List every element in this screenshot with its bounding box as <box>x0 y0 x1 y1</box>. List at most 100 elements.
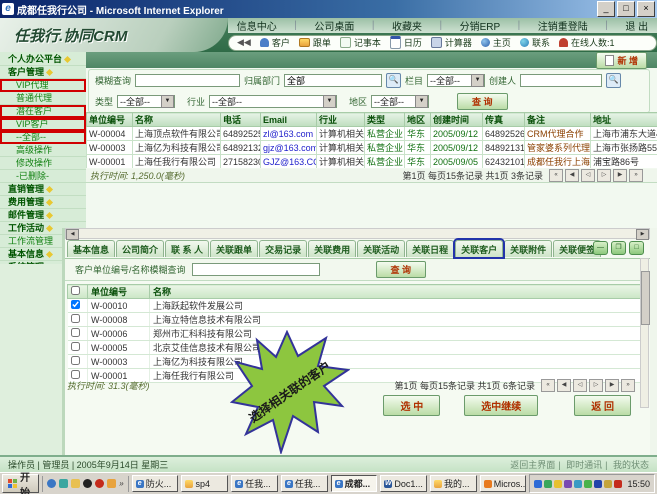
maximize-button[interactable]: □ <box>617 1 635 17</box>
tray-icon[interactable] <box>564 480 572 488</box>
fuzzy-search-input[interactable] <box>135 74 240 87</box>
back-icon[interactable]: ◀◀ <box>237 37 251 48</box>
col-code[interactable]: 单位编号 <box>88 285 150 299</box>
list-item[interactable]: W-00008 上海立特信息技术有限公司 <box>68 313 645 327</box>
col-region[interactable]: 地区 <box>405 113 431 127</box>
tab-basic-info[interactable]: 基本信息 <box>67 240 115 257</box>
col-created[interactable]: 创建时间 <box>431 113 483 127</box>
row-checkbox[interactable] <box>71 356 80 365</box>
menu-company-desktop[interactable]: 公司桌面 <box>314 18 354 33</box>
next-button[interactable]: ▷ <box>597 169 611 182</box>
column-select[interactable]: --全部--▼ <box>427 74 485 87</box>
toolbar-calculator[interactable]: 计算器 <box>431 36 472 49</box>
task-microsoft[interactable]: Micros... <box>480 475 527 492</box>
last-page-button[interactable]: » <box>621 379 635 392</box>
sidebar-item-personal-office[interactable]: 个人办公平台 <box>0 53 86 66</box>
type-select[interactable]: --全部--▼ <box>117 95 175 108</box>
sidebar-item-direct-sales[interactable]: 直销管理 <box>0 183 86 196</box>
industry-select[interactable]: --全部--▼ <box>209 95 337 108</box>
minimize-button[interactable]: _ <box>597 1 615 17</box>
tab-related-expenses[interactable]: 关联费用 <box>308 240 356 257</box>
first-page-button[interactable]: « <box>549 169 563 182</box>
tab-related-orders[interactable]: 关联跟单 <box>210 240 258 257</box>
row-checkbox[interactable] <box>71 314 80 323</box>
start-button[interactable]: 开始 <box>2 474 39 493</box>
sidebar-item-normal-agent[interactable]: 普通代理 <box>0 92 86 105</box>
select-continue-button[interactable]: 选中继续 <box>464 395 538 416</box>
email-link[interactable]: GJZ@163.COM <box>263 157 317 167</box>
sidebar-item-potential-customer[interactable]: 潜在客户 <box>0 105 86 118</box>
tray-icon[interactable] <box>544 480 552 488</box>
add-new-button[interactable]: 新 增 <box>596 52 647 69</box>
messenger-icon[interactable] <box>59 479 68 488</box>
sidebar-item-customer-mgmt[interactable]: 客户管理 <box>0 66 86 79</box>
sidebar-item-modify-ops[interactable]: 修改操作 <box>0 157 86 170</box>
status-link-mystate[interactable]: 我的状态 <box>613 460 649 470</box>
scroll-right-icon[interactable]: ▶ <box>636 229 649 240</box>
close-button[interactable]: × <box>637 1 655 17</box>
task-mydocs[interactable]: 我的... <box>430 475 477 492</box>
task-renwoxing-2[interactable]: e任我... <box>281 475 328 492</box>
sidebar-item-mail-mgmt[interactable]: 邮件管理 <box>0 209 86 222</box>
media-icon[interactable] <box>95 479 104 488</box>
dept-input[interactable] <box>284 74 382 87</box>
select-all-checkbox[interactable] <box>71 286 80 295</box>
menu-relogin[interactable]: 注销重登陆 <box>538 18 588 33</box>
menu-info-center[interactable]: 信息中心 <box>237 18 277 33</box>
region-select[interactable]: --全部--▼ <box>371 95 429 108</box>
tab-contacts[interactable]: 联 系 人 <box>165 240 209 257</box>
tab-related-customers[interactable]: 关联客户 <box>455 240 503 257</box>
sidebar-item-vip-agent[interactable]: VIP代理 <box>0 79 86 92</box>
prev-page-button[interactable]: ◀ <box>565 169 579 182</box>
menu-exit[interactable]: 退 出 <box>625 18 648 33</box>
prev-button[interactable]: ◁ <box>573 379 587 392</box>
list-item[interactable]: W-00006 郑州市汇科科技有限公司 <box>68 327 645 341</box>
menu-erp[interactable]: 分销ERP <box>460 18 501 33</box>
tab-transactions[interactable]: 交易记录 <box>259 240 307 257</box>
prev-page-button[interactable]: ◀ <box>557 379 571 392</box>
col-address[interactable]: 地址 <box>591 113 657 127</box>
toolbar-notepad[interactable]: 记事本 <box>340 36 381 49</box>
dept-lookup-icon[interactable]: 🔍 <box>386 73 401 88</box>
creator-input[interactable] <box>520 74 602 87</box>
quicklaunch-more-icon[interactable]: » <box>119 479 123 488</box>
panel-maximize-icon[interactable]: □ <box>629 241 644 255</box>
assoc-search-input[interactable] <box>192 263 320 276</box>
tray-icon[interactable] <box>554 480 562 488</box>
col-fax[interactable]: 传真 <box>483 113 525 127</box>
col-phone[interactable]: 电话 <box>221 113 261 127</box>
qq-icon[interactable] <box>83 479 92 488</box>
assoc-query-button[interactable]: 查 询 <box>376 261 427 278</box>
tray-icon[interactable] <box>574 480 582 488</box>
pencil-icon[interactable] <box>107 479 116 488</box>
row-checkbox[interactable] <box>71 342 80 351</box>
tray-icon[interactable] <box>584 480 592 488</box>
task-doc1[interactable]: WDoc1... <box>380 475 427 492</box>
next-page-button[interactable]: ▶ <box>605 379 619 392</box>
toolbar-contact[interactable]: 联系 <box>520 36 550 49</box>
sidebar-item-vip-customer[interactable]: VIP客户 <box>0 118 86 131</box>
tab-related-activities[interactable]: 关联活动 <box>357 240 405 257</box>
email-link[interactable]: zl@163.com <box>263 129 313 139</box>
list-item[interactable]: W-00003 上海亿为科技有限公司 <box>68 355 645 369</box>
scroll-left-icon[interactable]: ◀ <box>66 229 79 240</box>
menu-favorites[interactable]: 收藏夹 <box>392 18 422 33</box>
tab-company-profile[interactable]: 公司简介 <box>116 240 164 257</box>
tray-icon[interactable] <box>614 480 622 488</box>
col-name[interactable]: 名称 <box>133 113 221 127</box>
toolbar-order[interactable]: 跟单 <box>299 36 331 49</box>
col-note[interactable]: 备注 <box>525 113 591 127</box>
status-link-home[interactable]: 返回主界面 <box>510 460 555 470</box>
col-name[interactable]: 名称 <box>150 285 645 299</box>
status-link-im[interactable]: 即时通讯 <box>566 460 602 470</box>
query-button[interactable]: 查 询 <box>457 93 508 110</box>
sidebar-item-advanced-ops[interactable]: 高级操作 <box>0 144 86 157</box>
toolbar-calendar[interactable]: 日历 <box>390 36 422 49</box>
prev-button[interactable]: ◁ <box>581 169 595 182</box>
sidebar-item-deleted[interactable]: -已删除- <box>0 170 86 183</box>
back-button[interactable]: 返 回 <box>574 395 631 416</box>
next-page-button[interactable]: ▶ <box>613 169 627 182</box>
table-row[interactable]: W-00004上海顶点软件有限公司64892525zl@163.com计算机相关… <box>87 127 657 141</box>
scrollbar-thumb[interactable] <box>641 271 650 325</box>
tray-icon[interactable] <box>594 480 602 488</box>
